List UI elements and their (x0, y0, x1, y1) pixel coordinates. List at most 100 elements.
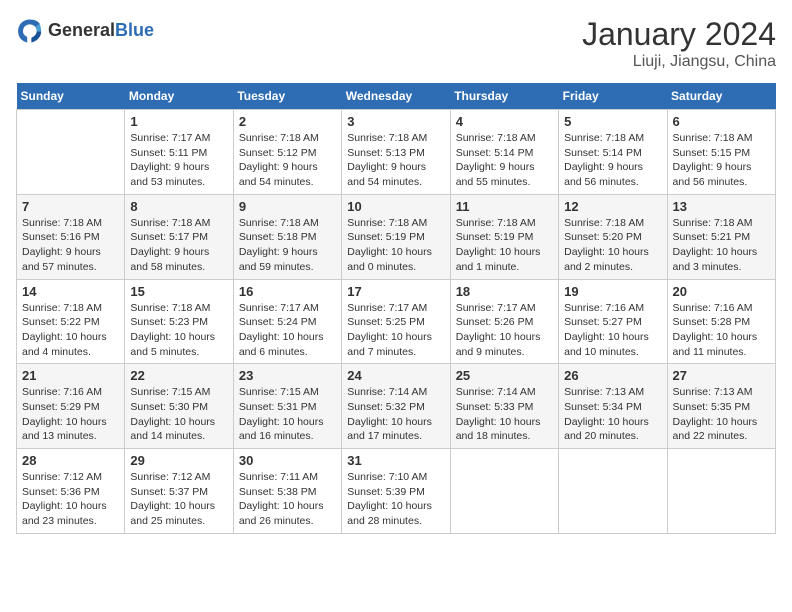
day-number: 6 (673, 114, 770, 129)
calendar-body: 1 Sunrise: 7:17 AM Sunset: 5:11 PM Daylig… (17, 110, 776, 534)
calendar-cell (17, 110, 125, 195)
day-info: Sunrise: 7:18 AM Sunset: 5:19 PM Dayligh… (347, 216, 444, 275)
day-number: 7 (22, 199, 119, 214)
day-number: 1 (130, 114, 227, 129)
calendar-cell: 20 Sunrise: 7:16 AM Sunset: 5:28 PM Dayli… (667, 279, 775, 364)
day-info: Sunrise: 7:12 AM Sunset: 5:36 PM Dayligh… (22, 470, 119, 529)
calendar-cell: 12 Sunrise: 7:18 AM Sunset: 5:20 PM Dayli… (559, 194, 667, 279)
calendar-cell: 7 Sunrise: 7:18 AM Sunset: 5:16 PM Daylig… (17, 194, 125, 279)
logo-text-general: General (48, 20, 115, 40)
calendar-cell: 29Sunrise: 7:12 AM Sunset: 5:37 PM Dayli… (125, 449, 233, 534)
day-number: 4 (456, 114, 553, 129)
calendar-cell: 5 Sunrise: 7:18 AM Sunset: 5:14 PM Daylig… (559, 110, 667, 195)
calendar-cell: 9 Sunrise: 7:18 AM Sunset: 5:18 PM Daylig… (233, 194, 341, 279)
day-info: Sunrise: 7:13 AM Sunset: 5:35 PM Dayligh… (673, 385, 770, 444)
day-info: Sunrise: 7:18 AM Sunset: 5:13 PM Dayligh… (347, 131, 444, 190)
calendar-cell: 30Sunrise: 7:11 AM Sunset: 5:38 PM Dayli… (233, 449, 341, 534)
logo-icon (16, 16, 44, 44)
day-info: Sunrise: 7:18 AM Sunset: 5:15 PM Dayligh… (673, 131, 770, 190)
day-number: 28 (22, 453, 119, 468)
calendar-cell: 6 Sunrise: 7:18 AM Sunset: 5:15 PM Daylig… (667, 110, 775, 195)
day-info: Sunrise: 7:18 AM Sunset: 5:19 PM Dayligh… (456, 216, 553, 275)
day-number: 19 (564, 284, 661, 299)
day-number: 16 (239, 284, 336, 299)
day-info: Sunrise: 7:16 AM Sunset: 5:29 PM Dayligh… (22, 385, 119, 444)
day-info: Sunrise: 7:18 AM Sunset: 5:21 PM Dayligh… (673, 216, 770, 275)
calendar-cell: 18Sunrise: 7:17 AM Sunset: 5:26 PM Dayli… (450, 279, 558, 364)
day-number: 26 (564, 368, 661, 383)
day-number: 27 (673, 368, 770, 383)
calendar-cell: 24Sunrise: 7:14 AM Sunset: 5:32 PM Dayli… (342, 364, 450, 449)
day-number: 9 (239, 199, 336, 214)
day-number: 5 (564, 114, 661, 129)
day-number: 14 (22, 284, 119, 299)
calendar-cell (667, 449, 775, 534)
day-info: Sunrise: 7:18 AM Sunset: 5:22 PM Dayligh… (22, 301, 119, 360)
day-number: 3 (347, 114, 444, 129)
header-cell-thursday: Thursday (450, 83, 558, 110)
calendar-week-2: 7 Sunrise: 7:18 AM Sunset: 5:16 PM Daylig… (17, 194, 776, 279)
calendar-week-4: 21 Sunrise: 7:16 AM Sunset: 5:29 PM Dayli… (17, 364, 776, 449)
calendar-cell: 27 Sunrise: 7:13 AM Sunset: 5:35 PM Dayli… (667, 364, 775, 449)
calendar-cell: 28 Sunrise: 7:12 AM Sunset: 5:36 PM Dayli… (17, 449, 125, 534)
header-cell-saturday: Saturday (667, 83, 775, 110)
calendar-cell: 13 Sunrise: 7:18 AM Sunset: 5:21 PM Dayli… (667, 194, 775, 279)
day-number: 8 (130, 199, 227, 214)
day-info: Sunrise: 7:16 AM Sunset: 5:27 PM Dayligh… (564, 301, 661, 360)
day-number: 12 (564, 199, 661, 214)
day-info: Sunrise: 7:18 AM Sunset: 5:14 PM Dayligh… (456, 131, 553, 190)
calendar-cell: 2 Sunrise: 7:18 AM Sunset: 5:12 PM Daylig… (233, 110, 341, 195)
calendar-cell: 3 Sunrise: 7:18 AM Sunset: 5:13 PM Daylig… (342, 110, 450, 195)
day-info: Sunrise: 7:17 AM Sunset: 5:26 PM Dayligh… (456, 301, 553, 360)
day-number: 13 (673, 199, 770, 214)
calendar-cell: 1 Sunrise: 7:17 AM Sunset: 5:11 PM Daylig… (125, 110, 233, 195)
day-number: 31 (347, 453, 444, 468)
day-info: Sunrise: 7:18 AM Sunset: 5:16 PM Dayligh… (22, 216, 119, 275)
day-info: Sunrise: 7:16 AM Sunset: 5:28 PM Dayligh… (673, 301, 770, 360)
day-info: Sunrise: 7:14 AM Sunset: 5:33 PM Dayligh… (456, 385, 553, 444)
day-info: Sunrise: 7:17 AM Sunset: 5:25 PM Dayligh… (347, 301, 444, 360)
calendar-cell: 22Sunrise: 7:15 AM Sunset: 5:30 PM Dayli… (125, 364, 233, 449)
calendar-title: January 2024 (582, 16, 776, 53)
day-number: 21 (22, 368, 119, 383)
header-cell-tuesday: Tuesday (233, 83, 341, 110)
day-info: Sunrise: 7:18 AM Sunset: 5:20 PM Dayligh… (564, 216, 661, 275)
calendar-cell: 10 Sunrise: 7:18 AM Sunset: 5:19 PM Dayli… (342, 194, 450, 279)
calendar-cell: 14 Sunrise: 7:18 AM Sunset: 5:22 PM Dayli… (17, 279, 125, 364)
header-row: SundayMondayTuesdayWednesdayThursdayFrid… (17, 83, 776, 110)
calendar-week-1: 1 Sunrise: 7:17 AM Sunset: 5:11 PM Daylig… (17, 110, 776, 195)
day-number: 11 (456, 199, 553, 214)
day-info: Sunrise: 7:18 AM Sunset: 5:23 PM Dayligh… (130, 301, 227, 360)
day-info: Sunrise: 7:12 AM Sunset: 5:37 PM Dayligh… (130, 470, 227, 529)
calendar-cell (450, 449, 558, 534)
calendar-subtitle: Liuji, Jiangsu, China (582, 53, 776, 71)
calendar-cell: 23Sunrise: 7:15 AM Sunset: 5:31 PM Dayli… (233, 364, 341, 449)
calendar-cell: 25 Sunrise: 7:14 AM Sunset: 5:33 PM Dayli… (450, 364, 558, 449)
day-number: 17 (347, 284, 444, 299)
page-header: GeneralBlue January 2024 Liuji, Jiangsu,… (16, 16, 776, 71)
day-info: Sunrise: 7:18 AM Sunset: 5:18 PM Dayligh… (239, 216, 336, 275)
day-number: 25 (456, 368, 553, 383)
calendar-cell: 4 Sunrise: 7:18 AM Sunset: 5:14 PM Daylig… (450, 110, 558, 195)
calendar-table: SundayMondayTuesdayWednesdayThursdayFrid… (16, 83, 776, 534)
logo-text-blue: Blue (115, 20, 154, 40)
day-info: Sunrise: 7:18 AM Sunset: 5:12 PM Dayligh… (239, 131, 336, 190)
day-info: Sunrise: 7:14 AM Sunset: 5:32 PM Dayligh… (347, 385, 444, 444)
day-info: Sunrise: 7:17 AM Sunset: 5:24 PM Dayligh… (239, 301, 336, 360)
calendar-week-5: 28 Sunrise: 7:12 AM Sunset: 5:36 PM Dayli… (17, 449, 776, 534)
day-number: 10 (347, 199, 444, 214)
day-info: Sunrise: 7:13 AM Sunset: 5:34 PM Dayligh… (564, 385, 661, 444)
day-number: 20 (673, 284, 770, 299)
calendar-cell: 19 Sunrise: 7:16 AM Sunset: 5:27 PM Dayli… (559, 279, 667, 364)
calendar-cell: 21 Sunrise: 7:16 AM Sunset: 5:29 PM Dayli… (17, 364, 125, 449)
day-info: Sunrise: 7:17 AM Sunset: 5:11 PM Dayligh… (130, 131, 227, 190)
day-info: Sunrise: 7:18 AM Sunset: 5:14 PM Dayligh… (564, 131, 661, 190)
day-info: Sunrise: 7:10 AM Sunset: 5:39 PM Dayligh… (347, 470, 444, 529)
calendar-cell: 15 Sunrise: 7:18 AM Sunset: 5:23 PM Dayli… (125, 279, 233, 364)
day-number: 15 (130, 284, 227, 299)
day-number: 30 (239, 453, 336, 468)
calendar-cell: 17 Sunrise: 7:17 AM Sunset: 5:25 PM Dayli… (342, 279, 450, 364)
day-number: 23 (239, 368, 336, 383)
day-number: 2 (239, 114, 336, 129)
calendar-header: SundayMondayTuesdayWednesdayThursdayFrid… (17, 83, 776, 110)
